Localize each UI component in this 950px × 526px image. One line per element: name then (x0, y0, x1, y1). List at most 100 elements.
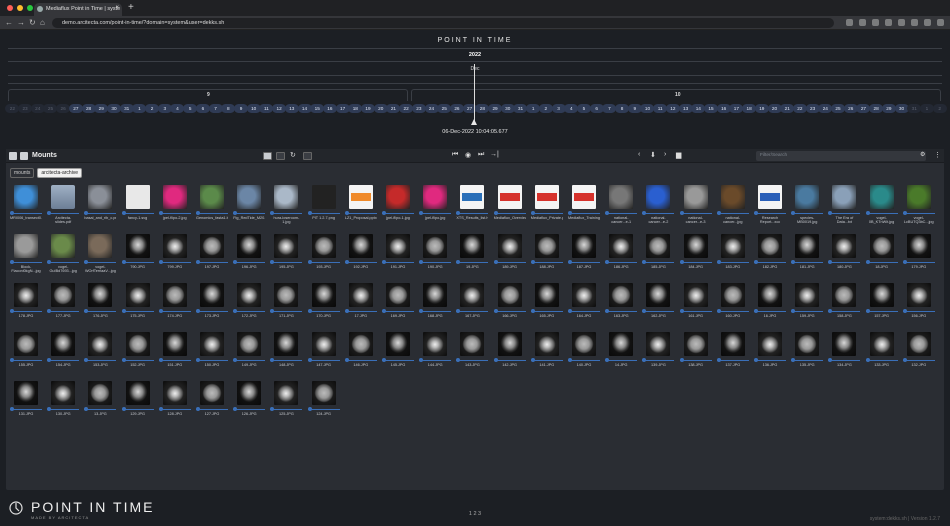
file-tile[interactable]: 152.JPG (121, 331, 154, 375)
timeline-day[interactable]: 25 (831, 104, 846, 113)
file-tile[interactable]: 189.JPG (493, 233, 526, 277)
file-tile[interactable]: 183.JPG (716, 233, 749, 277)
file-tile[interactable]: 140.JPG (568, 331, 600, 375)
timeline-day[interactable]: 2 (538, 104, 553, 113)
select-checkbox-icon[interactable] (84, 211, 89, 215)
select-checkbox-icon[interactable] (307, 358, 312, 362)
file-tile[interactable]: 144.JPG (419, 331, 452, 375)
select-checkbox-icon[interactable] (47, 260, 52, 264)
select-checkbox-icon[interactable] (10, 309, 14, 313)
select-checkbox-icon[interactable] (679, 260, 684, 264)
select-checkbox-icon[interactable] (47, 407, 52, 411)
timeline-day[interactable]: 2 (145, 104, 160, 113)
select-checkbox-icon[interactable] (233, 211, 238, 215)
select-checkbox-icon[interactable] (530, 309, 535, 313)
file-tile[interactable]: PIT 1.2.7.png (307, 184, 340, 228)
file-tile[interactable]: jpel-flipo-2.jpg (158, 184, 191, 228)
file-tile[interactable]: national-cancer...jpg (716, 184, 749, 228)
select-checkbox-icon[interactable] (158, 260, 163, 264)
timeline-day[interactable]: 30 (106, 104, 121, 113)
select-checkbox-icon[interactable] (605, 309, 610, 313)
timeline-day[interactable]: 15 (704, 104, 718, 113)
select-checkbox-icon[interactable] (716, 211, 721, 215)
file-tile[interactable]: 146.JPG (344, 331, 377, 375)
select-checkbox-icon[interactable] (307, 309, 312, 313)
select-checkbox-icon[interactable] (270, 309, 275, 313)
profile-icon[interactable] (924, 19, 931, 26)
select-checkbox-icon[interactable] (493, 309, 498, 313)
file-tile[interactable]: 143.JPG (456, 331, 489, 375)
select-checkbox-icon[interactable] (196, 407, 200, 411)
file-tile[interactable]: 175.JPG (121, 282, 154, 326)
file-tile[interactable]: national-cancer...e-2 (642, 184, 675, 228)
file-tile[interactable]: 133.JPG (865, 331, 898, 375)
file-tile[interactable]: 135.JPG (791, 331, 824, 375)
select-checkbox-icon[interactable] (568, 309, 572, 313)
timeline-day[interactable]: 9 (234, 104, 248, 113)
timeline-day[interactable]: 18 (742, 104, 757, 113)
file-tile[interactable]: Mediaflux_Overview.pdf (493, 184, 526, 228)
select-checkbox-icon[interactable] (382, 260, 386, 264)
file-tile[interactable]: 136.JPG (754, 331, 786, 375)
file-tile[interactable]: MRI006_transect0.png (10, 184, 42, 228)
forward-icon[interactable]: → (17, 18, 25, 27)
file-tile[interactable]: 155.JPG (10, 331, 42, 375)
file-tile[interactable]: 176.JPG (84, 282, 117, 326)
file-tile[interactable]: 173.JPG (196, 282, 228, 326)
timeline-day[interactable]: 19 (361, 104, 376, 113)
file-tile[interactable]: 184.JPG (679, 233, 712, 277)
file-tile[interactable]: 154.JPG (47, 331, 80, 375)
list-view-icon[interactable] (276, 152, 285, 160)
timeline-day[interactable]: 1 (919, 104, 934, 113)
select-checkbox-icon[interactable] (642, 260, 647, 264)
reload-icon[interactable]: ↻ (29, 18, 36, 27)
file-tile[interactable]: 161.JPG (679, 282, 712, 326)
address-bar[interactable]: demo.arcitecta.com/point-in-time/?domain… (52, 18, 834, 28)
browser-tab[interactable]: Mediaflux Point in Time | syste × (34, 3, 122, 16)
select-checkbox-icon[interactable] (158, 358, 163, 362)
breadcrumb-item-current[interactable]: arcitecta-archive (37, 168, 83, 178)
file-tile[interactable]: Research Report...xcc (754, 184, 786, 228)
select-checkbox-icon[interactable] (307, 407, 312, 411)
zoom-icon[interactable] (859, 19, 866, 26)
select-checkbox-icon[interactable] (493, 358, 498, 362)
select-checkbox-icon[interactable] (828, 260, 833, 264)
file-tile[interactable]: 126.JPG (233, 380, 266, 424)
select-checkbox-icon[interactable] (419, 309, 424, 313)
file-tile[interactable]: 138.JPG (679, 331, 712, 375)
select-checkbox-icon[interactable] (10, 407, 14, 411)
panel-menu-icon[interactable] (9, 152, 17, 160)
select-checkbox-icon[interactable] (530, 358, 535, 362)
select-checkbox-icon[interactable] (791, 211, 796, 215)
file-tile[interactable]: 16.JPG (754, 282, 786, 326)
select-checkbox-icon[interactable] (902, 358, 907, 362)
jump-end-icon[interactable]: →| (490, 151, 499, 158)
select-checkbox-icon[interactable] (307, 211, 312, 215)
file-tile[interactable]: vogel-0B_KTnWit.jpg (865, 184, 898, 228)
file-tile[interactable]: 162.JPG (642, 282, 675, 326)
more-icon[interactable]: ⋮ (934, 151, 941, 159)
file-tile[interactable]: 159.JPG (791, 282, 824, 326)
maximize-window-icon[interactable] (27, 5, 33, 11)
select-checkbox-icon[interactable] (121, 358, 126, 362)
select-checkbox-icon[interactable] (902, 211, 907, 215)
select-checkbox-icon[interactable] (158, 407, 163, 411)
select-checkbox-icon[interactable] (270, 358, 275, 362)
menu-icon[interactable] (937, 19, 944, 26)
file-tile[interactable]: 171.JPG (270, 282, 303, 326)
grid-view-icon[interactable] (263, 152, 272, 160)
select-checkbox-icon[interactable] (642, 358, 647, 362)
select-checkbox-icon[interactable] (121, 309, 126, 313)
extension-icon[interactable] (885, 19, 892, 26)
file-tile[interactable]: 169.JPG (382, 282, 414, 326)
file-tile[interactable]: Mediaflux_Training.pdf (568, 184, 600, 228)
file-tile[interactable]: 166.JPG (493, 282, 526, 326)
timeline-day[interactable]: 29 (881, 104, 896, 113)
file-tile[interactable]: national-cancer...e-1 (605, 184, 638, 228)
file-tile[interactable]: 130.JPG (47, 380, 80, 424)
select-checkbox-icon[interactable] (196, 358, 200, 362)
sidebar-icon[interactable] (911, 19, 918, 26)
timeline-day[interactable]: 29 (488, 104, 503, 113)
file-tile[interactable]: 177.JPG (47, 282, 80, 326)
select-checkbox-icon[interactable] (716, 260, 721, 264)
